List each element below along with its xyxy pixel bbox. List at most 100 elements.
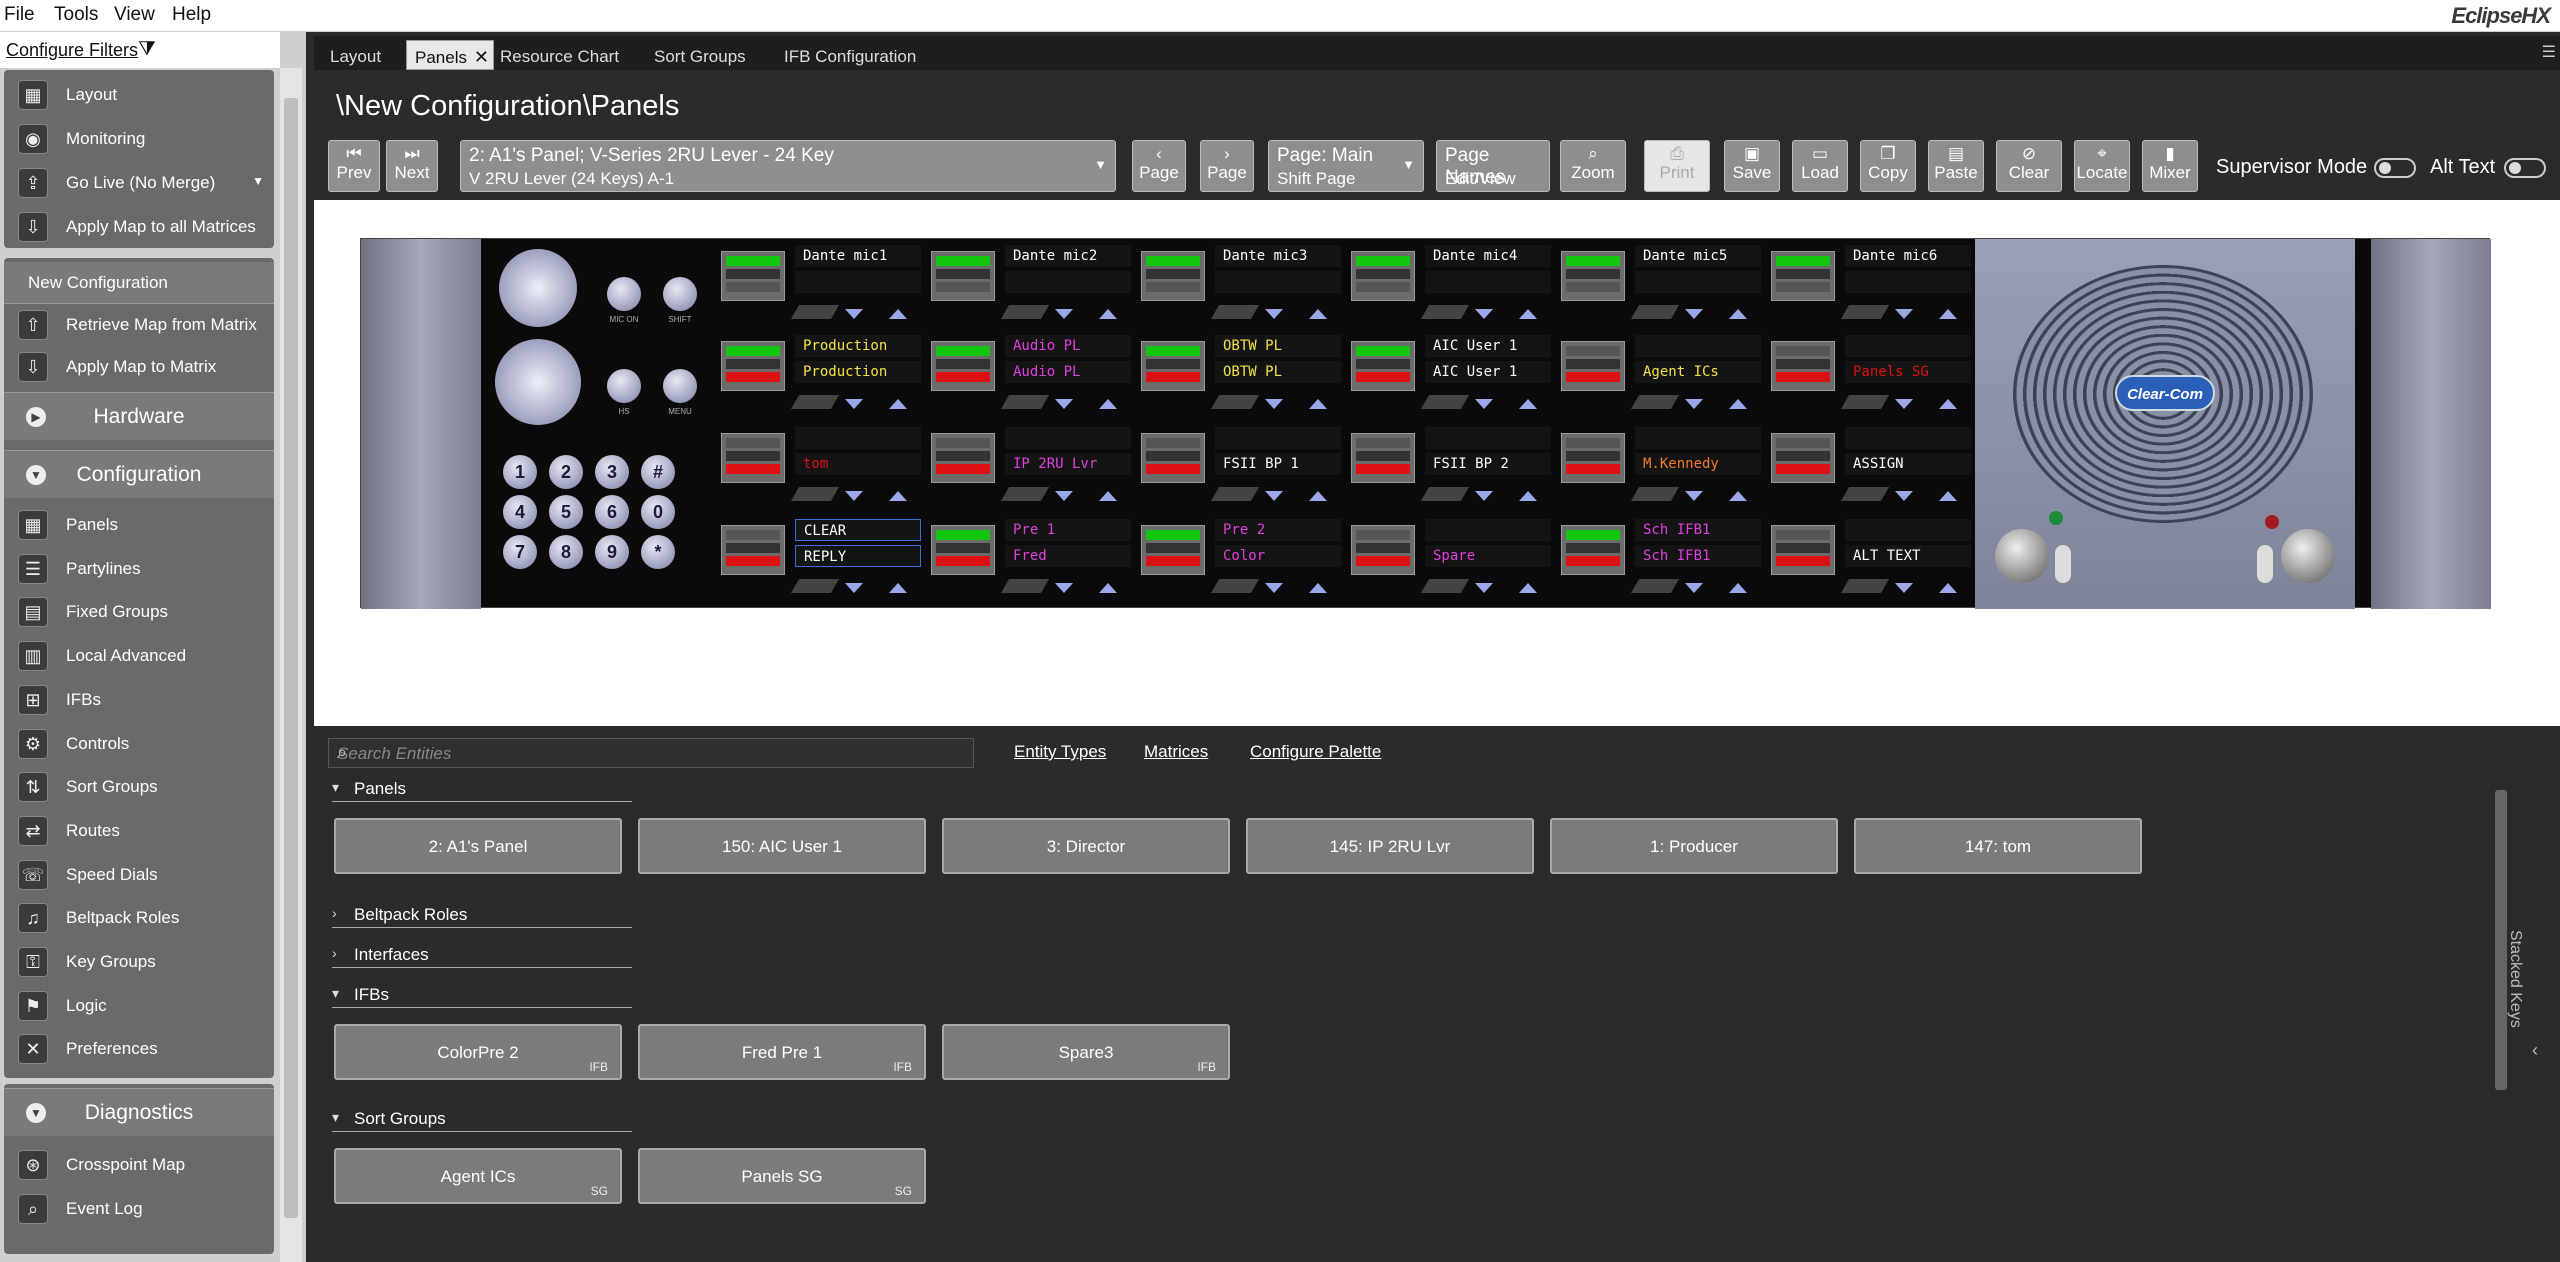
lever-key[interactable]	[721, 341, 785, 391]
sidebar-item-retrieve-map[interactable]: ⇧ Retrieve Map from Matrix	[4, 304, 274, 346]
save-button[interactable]: ▣ Save	[1724, 140, 1780, 192]
arrow-up-icon[interactable]	[1729, 309, 1747, 319]
arrow-down-icon[interactable]	[1055, 583, 1073, 593]
arrow-up-icon[interactable]	[1729, 491, 1747, 501]
sidebar-item-local-advanced[interactable]: ▥ Local Advanced	[4, 635, 274, 677]
keypad-button[interactable]: 8	[549, 535, 583, 569]
arrow-down-icon[interactable]	[1265, 491, 1283, 501]
entity-button[interactable]: Spare3 IFB	[942, 1024, 1230, 1080]
volume-knob-left[interactable]	[1995, 529, 2049, 583]
arrow-up-icon[interactable]	[1939, 491, 1957, 501]
keypad-button[interactable]: 7	[503, 535, 537, 569]
arrow-up-icon[interactable]	[1099, 399, 1117, 409]
lever-key[interactable]	[721, 433, 785, 483]
entity-button[interactable]: 147: tom	[1854, 818, 2142, 874]
lever-key[interactable]	[931, 341, 995, 391]
sidebar-item-partylines[interactable]: ☰ Partylines	[4, 548, 274, 590]
sidebar-section-hardware[interactable]: ▶ Hardware	[4, 392, 274, 440]
page-next-button[interactable]: › Page	[1200, 140, 1254, 192]
sidebar-item-speed-dials[interactable]: ☏ Speed Dials	[4, 854, 274, 896]
arrow-up-icon[interactable]	[889, 399, 907, 409]
lever-right[interactable]	[2257, 545, 2273, 583]
lever-key[interactable]	[931, 525, 995, 575]
sidebar-section-configuration[interactable]: ▼ Configuration	[4, 450, 274, 498]
sidebar-section-diagnostics[interactable]: ▼ Diagnostics	[4, 1088, 274, 1136]
load-button[interactable]: ▭ Load	[1792, 140, 1848, 192]
lever-key[interactable]	[1771, 433, 1835, 483]
copy-button[interactable]: ❐ Copy	[1860, 140, 1916, 192]
lever-key[interactable]	[1561, 341, 1625, 391]
arrow-up-icon[interactable]	[1309, 399, 1327, 409]
sidebar-item-preferences[interactable]: ✕ Preferences	[4, 1028, 274, 1070]
configure-filters[interactable]: Configure Filters ⧩	[0, 32, 280, 68]
arrow-down-icon[interactable]	[1475, 309, 1493, 319]
entity-button[interactable]: 145: IP 2RU Lvr	[1246, 818, 1534, 874]
arrow-up-icon[interactable]	[889, 491, 907, 501]
panel-select[interactable]: 2: A1's Panel; V-Series 2RU Lever - 24 K…	[460, 140, 1116, 192]
lever-key[interactable]	[1141, 433, 1205, 483]
arrow-down-icon[interactable]	[1475, 399, 1493, 409]
section-beltpack-roles[interactable]: › Beltpack Roles	[332, 902, 632, 928]
lever-key[interactable]	[1351, 341, 1415, 391]
arrow-down-icon[interactable]	[1055, 491, 1073, 501]
next-button[interactable]: ⏭ Next	[386, 140, 438, 192]
sidebar-item-monitoring[interactable]: ◉ Monitoring	[4, 118, 274, 160]
locate-button[interactable]: ⌖ Locate	[2074, 140, 2130, 192]
arrow-up-icon[interactable]	[1309, 309, 1327, 319]
lever-key[interactable]	[1771, 341, 1835, 391]
arrow-down-icon[interactable]	[1685, 583, 1703, 593]
arrow-up-icon[interactable]	[889, 583, 907, 593]
lever-key[interactable]	[1771, 251, 1835, 301]
tab-sort-groups[interactable]: Sort Groups	[646, 40, 754, 70]
sidebar-item-apply-map-all[interactable]: ⇩ Apply Map to all Matrices	[4, 206, 274, 248]
stacked-keys-label[interactable]: Stacked Keys	[2506, 930, 2524, 1050]
menu-button[interactable]	[663, 369, 697, 403]
arrow-up-icon[interactable]	[889, 309, 907, 319]
arrow-up-icon[interactable]	[1519, 491, 1537, 501]
page-names-button[interactable]: Page Names Edit/View	[1436, 140, 1550, 192]
sidebar-scrollbar[interactable]	[280, 68, 302, 1262]
entity-button[interactable]: 150: AIC User 1	[638, 818, 926, 874]
section-sort-groups[interactable]: ▾ Sort Groups	[332, 1106, 632, 1132]
entity-button[interactable]: Fred Pre 1 IFB	[638, 1024, 926, 1080]
menu-help[interactable]: Help	[172, 4, 211, 26]
entity-button[interactable]: Agent ICs SG	[334, 1148, 622, 1204]
chevron-down-icon[interactable]: ▼	[252, 174, 264, 188]
shift-button[interactable]	[663, 277, 697, 311]
sidebar-item-routes[interactable]: ⇄ Routes	[4, 810, 274, 852]
sidebar-item-go-live[interactable]: ⇪ Go Live (No Merge) ▼	[4, 162, 274, 204]
lever-key[interactable]	[1141, 525, 1205, 575]
chevron-left-icon[interactable]: ‹	[2532, 1040, 2538, 1061]
lever-key[interactable]	[1141, 341, 1205, 391]
menu-file[interactable]: File	[4, 4, 35, 26]
lever-key[interactable]	[931, 251, 995, 301]
arrow-up-icon[interactable]	[1729, 399, 1747, 409]
arrow-down-icon[interactable]	[845, 399, 863, 409]
zoom-button[interactable]: ⌕ Zoom	[1560, 140, 1626, 192]
arrow-up-icon[interactable]	[1519, 583, 1537, 593]
entity-button[interactable]: Panels SG SG	[638, 1148, 926, 1204]
configure-palette-link[interactable]: Configure Palette	[1250, 742, 1381, 762]
funnel-icon[interactable]: ⧩	[138, 38, 156, 61]
section-interfaces[interactable]: › Interfaces	[332, 942, 632, 968]
arrow-down-icon[interactable]	[1055, 309, 1073, 319]
sidebar-item-new-configuration[interactable]: New Configuration	[4, 262, 274, 304]
tab-overflow-icon[interactable]: ☰	[2542, 42, 2556, 62]
arrow-down-icon[interactable]	[1895, 399, 1913, 409]
sidebar-item-ifbs[interactable]: ⊞ IFBs	[4, 679, 274, 721]
scrollbar-thumb[interactable]	[284, 98, 298, 1218]
entity-types-link[interactable]: Entity Types	[1014, 742, 1106, 762]
sidebar-item-logic[interactable]: ⚑ Logic	[4, 985, 274, 1027]
keypad-button[interactable]: 5	[549, 495, 583, 529]
lever-key[interactable]	[1351, 251, 1415, 301]
lever-key[interactable]	[1771, 525, 1835, 575]
keypad-button[interactable]: *	[641, 535, 675, 569]
arrow-down-icon[interactable]	[1475, 491, 1493, 501]
mic-on-button[interactable]	[607, 277, 641, 311]
hs-button[interactable]	[607, 369, 641, 403]
arrow-down-icon[interactable]	[1895, 583, 1913, 593]
arrow-up-icon[interactable]	[1099, 583, 1117, 593]
tab-layout[interactable]: Layout	[322, 40, 389, 70]
keypad-button[interactable]: 2	[549, 455, 583, 489]
keypad-button[interactable]: 1	[503, 455, 537, 489]
